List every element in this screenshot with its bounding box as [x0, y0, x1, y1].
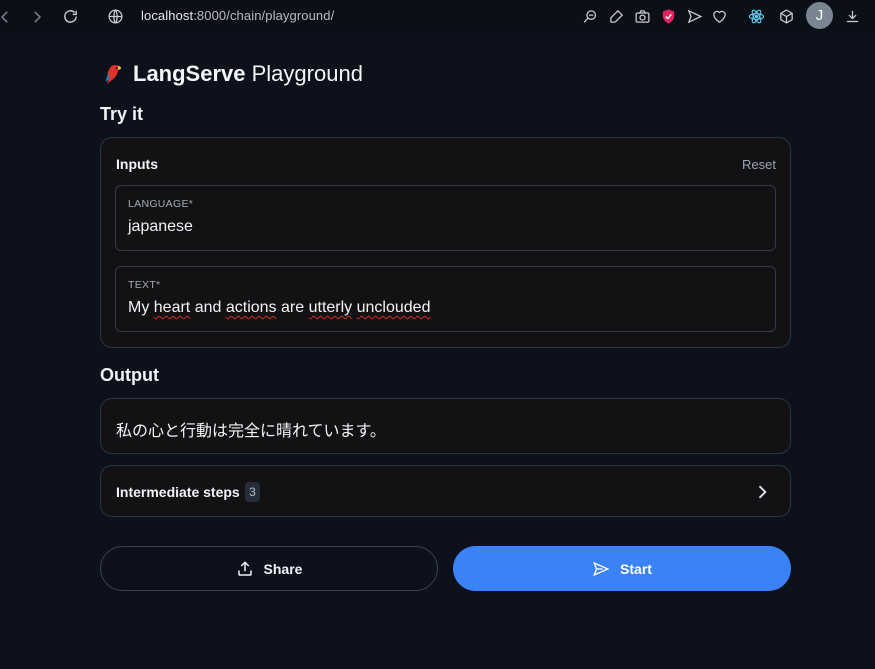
site-info-globe-icon[interactable] [107, 8, 124, 25]
intermediate-steps-label: Intermediate steps [116, 484, 240, 500]
text-field-word: are [281, 299, 305, 316]
text-field-word: My [128, 299, 150, 316]
output-card: 私の心と行動は完全に晴れています。 [100, 398, 791, 454]
reload-icon[interactable] [62, 8, 79, 25]
heart-icon[interactable] [711, 8, 728, 25]
text-field-word: actions [225, 299, 277, 316]
chevron-right-icon [752, 482, 772, 502]
browser-toolbar: localhost:8000/chain/playground/ J [0, 0, 875, 33]
start-button-label: Start [620, 560, 652, 577]
send-icon [593, 561, 610, 576]
output-heading: Output [100, 365, 159, 385]
reset-button[interactable]: Reset [742, 157, 776, 172]
text-field[interactable]: TEXT* My heart and actions are utterly u… [115, 266, 776, 332]
brand-subtitle: Playground [251, 61, 363, 86]
language-field-value[interactable]: japanese [128, 218, 193, 236]
share-upload-icon [237, 560, 252, 576]
output-text: 私の心と行動は完全に晴れています。 [116, 421, 386, 440]
text-field-word: unclouded [356, 299, 431, 316]
react-devtools-icon[interactable] [748, 8, 765, 25]
text-field-word: heart [153, 299, 191, 316]
screenshot-camera-icon[interactable] [634, 8, 651, 25]
zoom-search-icon[interactable] [582, 8, 599, 25]
shield-extension-icon[interactable] [660, 8, 677, 25]
page-title: LangServe Playground [133, 61, 363, 87]
brand-name: LangServe [133, 61, 246, 86]
back-icon[interactable] [0, 8, 14, 26]
inputs-heading: Inputs [116, 156, 158, 172]
profile-avatar[interactable]: J [806, 2, 833, 29]
intermediate-steps-toggle[interactable]: Intermediate steps 3 [100, 465, 791, 517]
forward-icon[interactable] [28, 8, 46, 26]
text-field-word: and [194, 299, 222, 316]
text-field-label: TEXT* [128, 279, 161, 291]
url-path: :8000/chain/playground/ [193, 8, 335, 23]
text-field-word: utterly [308, 299, 353, 316]
intermediate-steps-count-badge: 3 [245, 482, 260, 502]
share-button-label: Share [263, 560, 303, 577]
inputs-card: Inputs Reset LANGUAGE* japanese TEXT* My… [100, 137, 791, 348]
edit-share-icon[interactable] [608, 8, 625, 25]
download-icon[interactable] [844, 8, 861, 25]
start-button[interactable]: Start [453, 546, 791, 591]
text-field-value[interactable]: My heart and actions are utterly uncloud… [128, 299, 430, 317]
parrot-logo-icon [106, 65, 121, 84]
extensions-cube-icon[interactable] [778, 8, 795, 25]
share-button[interactable]: Share [100, 546, 438, 591]
address-bar[interactable]: localhost:8000/chain/playground/ [141, 8, 334, 23]
url-host: localhost [141, 8, 194, 23]
try-it-heading: Try it [100, 104, 144, 124]
language-field-label: LANGUAGE* [128, 198, 194, 210]
send-extension-icon[interactable] [686, 8, 703, 25]
language-field[interactable]: LANGUAGE* japanese [115, 185, 776, 251]
page-header: LangServe Playground [101, 60, 363, 88]
